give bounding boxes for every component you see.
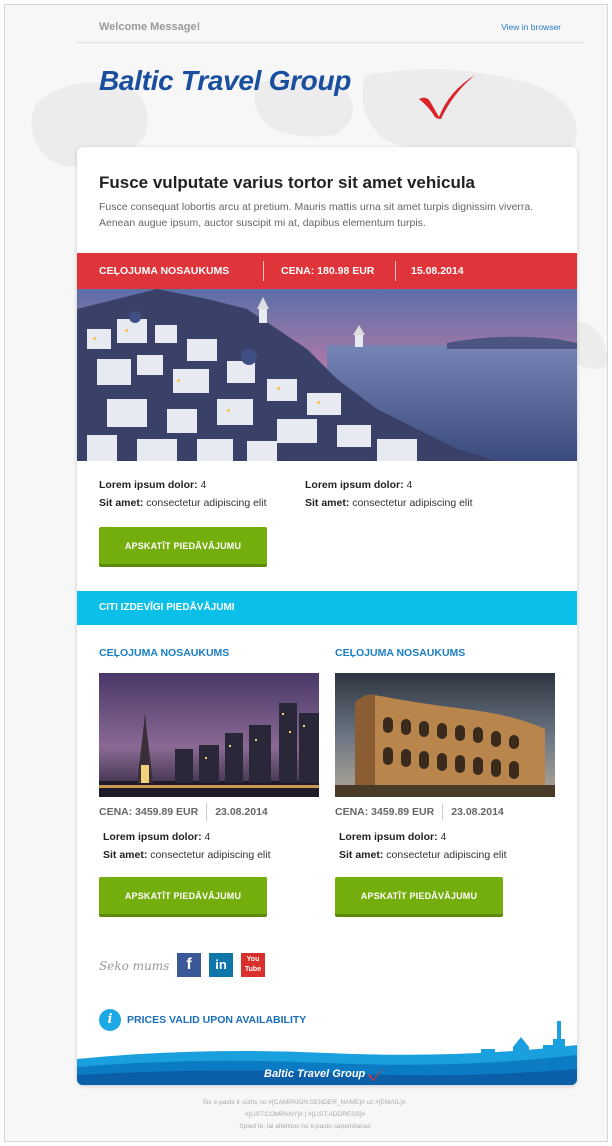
offer-name: CEĻOJUMA NOSAUKUMS: [99, 265, 230, 277]
footer-line-address: #[LIST:COMPANY]# | #[LIST:ADDRESS]#: [244, 1111, 366, 1118]
offer-attribute-right-1: Lorem ipsum dolor: 4: [305, 479, 413, 491]
facebook-icon[interactable]: f: [177, 953, 201, 977]
offer-price: CENA: 180.98 EUR: [281, 265, 375, 277]
offer-attribute-left-1: Lorem ipsum dolor: 4: [99, 479, 207, 491]
offer-attribute-2: Sit amet: consectetur adipiscing elit: [103, 849, 271, 861]
checkmark-icon: [419, 75, 475, 119]
follow-us-label: Seko mums: [99, 959, 170, 973]
divider: [206, 803, 208, 821]
offer-price-row: CENA: 3459.89 EUR 23.08.2014: [99, 803, 268, 821]
offer-price: CENA: 3459.89 EUR: [99, 805, 199, 818]
top-bar: Welcome Message! View in browser: [77, 13, 583, 43]
offer-date: 15.08.2014: [411, 265, 464, 277]
offer-date: 23.08.2014: [215, 805, 268, 818]
view-offer-button[interactable]: APSKATĪT PIEDĀVĀJUMU: [99, 877, 267, 917]
welcome-message: Welcome Message!: [99, 21, 201, 33]
footer-disclaimer: Šis e-pasts ir sūtīts no #[CAMPAIGN:SEND…: [105, 1097, 505, 1133]
offer-title[interactable]: CEĻOJUMA NOSAUKUMS: [99, 647, 229, 659]
divider: [395, 261, 396, 281]
brand-logo[interactable]: Baltic Travel Group: [99, 65, 519, 119]
checkmark-icon: [367, 1067, 385, 1081]
youtube-icon[interactable]: You Tube: [241, 953, 265, 977]
email-frame: Welcome Message! View in browser Baltic …: [4, 4, 608, 1142]
offer-attribute-1: Lorem ipsum dolor: 4: [339, 831, 447, 843]
footer-brand-name: Baltic Travel Group: [264, 1067, 366, 1080]
offer-date: 23.08.2014: [451, 805, 504, 818]
offer-title[interactable]: CEĻOJUMA NOSAUKUMS: [335, 647, 465, 659]
linkedin-icon[interactable]: in: [209, 953, 233, 977]
offer-price: CENA: 3459.89 EUR: [335, 805, 435, 818]
offer-attribute-right-2: Sit amet: consectetur adipiscing elit: [305, 497, 473, 509]
divider: [263, 261, 264, 281]
view-in-browser-link[interactable]: View in browser: [501, 22, 561, 32]
featured-offer-bar: CEĻOJUMA NOSAUKUMS CENA: 180.98 EUR 15.0…: [77, 253, 577, 289]
other-offers-title: CITI IZDEVĪGI PIEDĀVĀJUMI: [99, 602, 235, 613]
intro-text: Fusce consequat lobortis arcu at pretium…: [99, 201, 534, 229]
view-offer-button[interactable]: APSKATĪT PIEDĀVĀJUMU: [99, 527, 267, 567]
social-follow: Seko mums f in You Tube: [99, 953, 399, 983]
other-offers-header: CITI IZDEVĪGI PIEDĀVĀJUMI: [77, 591, 577, 625]
colosseum-image[interactable]: [335, 673, 555, 797]
offer-attribute-1: Lorem ipsum dolor: 4: [103, 831, 211, 843]
paris-city-image[interactable]: [99, 673, 319, 797]
page-title: Fusce vulputate varius tortor sit amet v…: [99, 173, 476, 192]
divider: [442, 803, 444, 821]
offer-price-row: CENA: 3459.89 EUR 23.08.2014: [335, 803, 504, 821]
unsubscribe-link[interactable]: Spied te, lai atteiktos no e-pastu saņem…: [105, 1121, 505, 1133]
footer-brand-logo: Baltic Travel Group: [264, 1067, 385, 1081]
santorini-hero-image[interactable]: [77, 289, 577, 461]
offer-attribute-2: Sit amet: consectetur adipiscing elit: [339, 849, 507, 861]
offer-attribute-left-2: Sit amet: consectetur adipiscing elit: [99, 497, 267, 509]
email-content-card: Fusce vulputate varius tortor sit amet v…: [77, 147, 577, 1085]
brand-logo-text: Baltic Travel Group: [99, 65, 352, 96]
view-offer-button[interactable]: APSKATĪT PIEDĀVĀJUMU: [335, 877, 503, 917]
footer-line-sender: Šis e-pasts ir sūtīts no #[CAMPAIGN:SEND…: [202, 1099, 408, 1106]
